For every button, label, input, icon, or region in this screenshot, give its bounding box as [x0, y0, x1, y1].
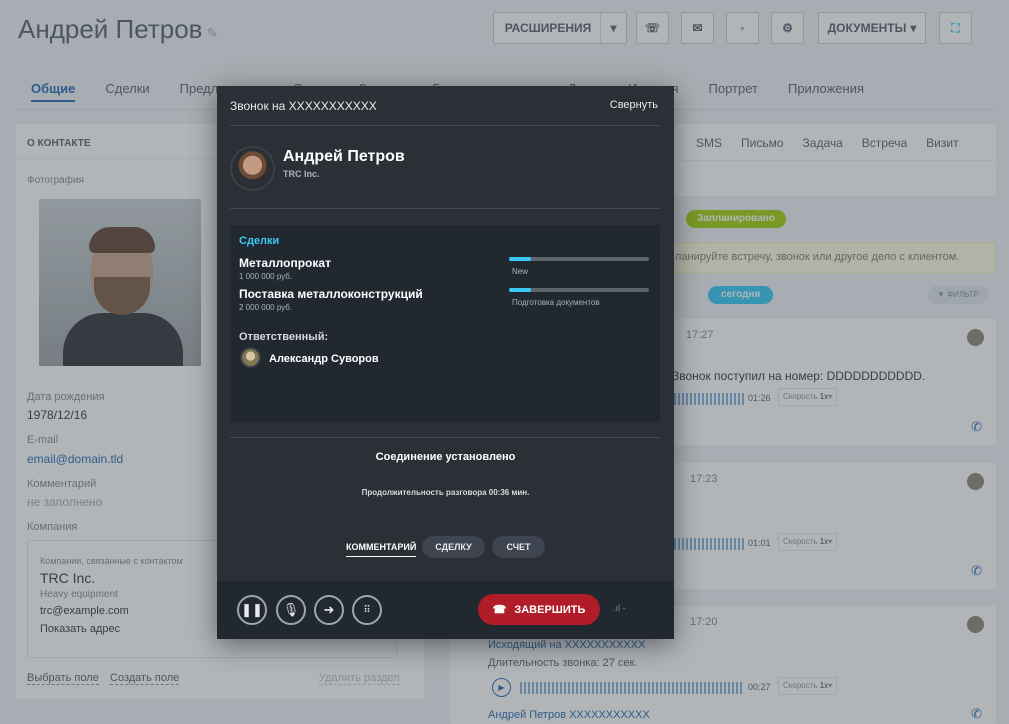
- deal-stage: Подготовка документов: [512, 298, 600, 307]
- transfer-button[interactable]: ➜: [314, 595, 344, 625]
- microphone-icon: 🎙: [282, 602, 300, 617]
- deals-label: Сделки: [239, 235, 280, 247]
- hangup-button[interactable]: ☎ ЗАВЕРШИТЬ: [478, 594, 600, 625]
- deals-block: Сделки Металлопрокат 1 000 000 руб. New …: [230, 225, 660, 422]
- deal-name[interactable]: Поставка металлоконструкций: [239, 287, 423, 301]
- call-status: Соединение установлено: [375, 451, 516, 463]
- deal-progress: [509, 257, 649, 261]
- signal-icon: .ıl -: [613, 603, 626, 613]
- deal-sum: 1 000 000 руб.: [239, 272, 293, 281]
- avatar: [240, 347, 261, 368]
- create-invoice-button[interactable]: СЧЕТ: [492, 536, 545, 558]
- keypad-button[interactable]: ⠿: [352, 595, 382, 625]
- deal-progress-fill: [509, 257, 532, 261]
- call-popup: Звонок на XXXXXXXXXXX Свернуть Андрей Пе…: [217, 86, 674, 639]
- deal-sum: 2 000 000 руб.: [239, 303, 293, 312]
- call-duration: Продолжительность разговора 00:36 мин.: [361, 488, 530, 497]
- comment-button[interactable]: КОММЕНТАРИЙ: [346, 542, 417, 557]
- collapse-button[interactable]: Свернуть: [610, 99, 658, 111]
- arrow-right-icon: ➜: [323, 602, 335, 617]
- deal-progress-fill: [509, 288, 532, 292]
- responsible-name[interactable]: Александр Суворов: [269, 353, 379, 365]
- caller-company: TRC Inc.: [283, 169, 320, 179]
- responsible-label: Ответственный:: [239, 331, 329, 343]
- deal-stage: New: [512, 267, 529, 276]
- caller-name[interactable]: Андрей Петров: [283, 148, 405, 166]
- deal-name[interactable]: Металлопрокат: [239, 256, 331, 270]
- mute-button[interactable]: 🎙: [276, 595, 306, 625]
- phone-hangup-icon: ☎: [492, 604, 507, 616]
- call-title: Звонок на XXXXXXXXXXX: [230, 99, 377, 113]
- deal-progress: [509, 288, 649, 292]
- keypad-icon: ⠿: [363, 604, 371, 616]
- pause-icon: ❚❚: [241, 602, 263, 617]
- avatar: [230, 146, 275, 191]
- create-deal-button[interactable]: СДЕЛКУ: [422, 536, 485, 558]
- pause-button[interactable]: ❚❚: [237, 595, 267, 625]
